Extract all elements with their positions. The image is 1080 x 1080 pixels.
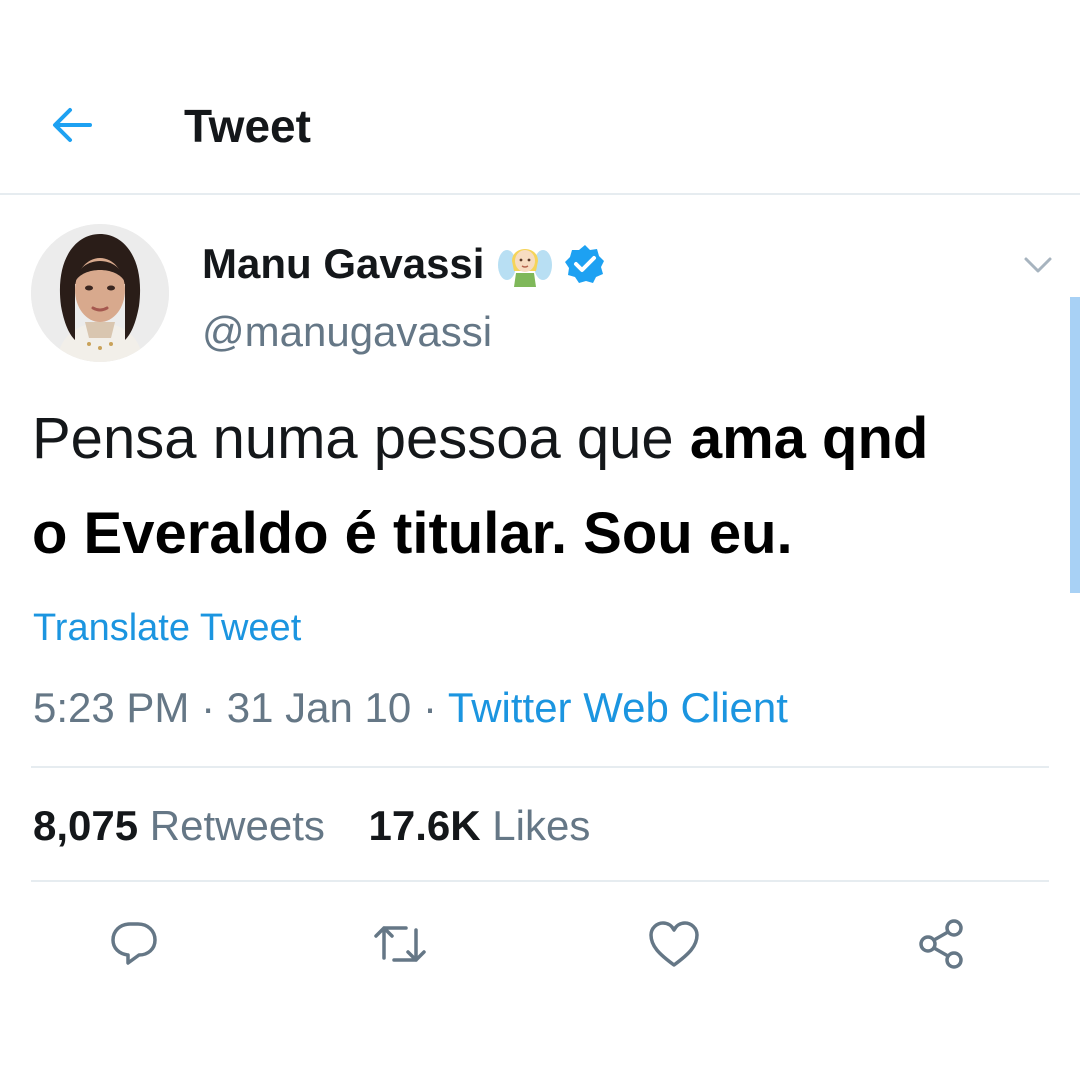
tweet-text-edited: ama qnd [689, 406, 929, 471]
divider [31, 766, 1049, 768]
translate-tweet-link[interactable]: Translate Tweet [33, 604, 301, 652]
reply-icon [111, 922, 157, 965]
likes-label: Likes [492, 802, 591, 849]
page-title: Tweet [184, 100, 311, 152]
chevron-down-icon [1024, 257, 1052, 273]
tweet-text-regular: Pensa numa pessoa que [32, 406, 674, 471]
author-name[interactable]: Manu Gavassi [202, 238, 484, 290]
fairy-emoji-icon [498, 239, 553, 289]
retweet-icon [374, 926, 426, 962]
tweet-metadata: 5:23 PM · 31 Jan 10 · Twitter Web Client [33, 682, 788, 734]
retweets-stat[interactable]: 8,075 Retweets [33, 800, 325, 852]
divider [31, 880, 1049, 882]
verified-badge-icon [564, 243, 606, 285]
avatar-image [31, 224, 169, 362]
tweet-time: 5:23 PM [33, 684, 190, 731]
likes-count: 17.6K [368, 802, 481, 849]
back-button[interactable] [44, 100, 100, 150]
share-icon [919, 919, 963, 969]
like-button[interactable] [646, 916, 702, 972]
like-icon [649, 921, 699, 967]
tweet-options-button[interactable] [1016, 248, 1060, 282]
top-bar: Tweet [0, 0, 1080, 195]
arrow-left-icon [53, 108, 92, 142]
reply-button[interactable] [106, 916, 162, 972]
avatar[interactable] [31, 224, 169, 362]
retweets-label: Retweets [149, 802, 325, 849]
tweet-date: 31 Jan 10 [226, 684, 412, 731]
tweet-text-line-1: Pensa numa pessoa que ama qnd [32, 404, 928, 474]
tweet-source-link[interactable]: Twitter Web Client [448, 684, 788, 731]
separator-dot: · [201, 684, 216, 731]
scrollbar[interactable] [1070, 297, 1080, 593]
retweet-button[interactable] [372, 916, 428, 972]
tweet-text-line-2: o Everaldo é titular. Sou eu. [32, 501, 793, 566]
engagement-stats: 8,075 Retweets 17.6K Likes [33, 800, 622, 852]
separator-dot: · [422, 684, 437, 731]
retweets-count: 8,075 [33, 802, 139, 849]
share-button[interactable] [914, 916, 970, 972]
likes-stat[interactable]: 17.6K Likes [369, 800, 591, 852]
author-row: Manu Gavassi [202, 236, 606, 292]
author-handle[interactable]: @manugavassi [202, 306, 492, 358]
